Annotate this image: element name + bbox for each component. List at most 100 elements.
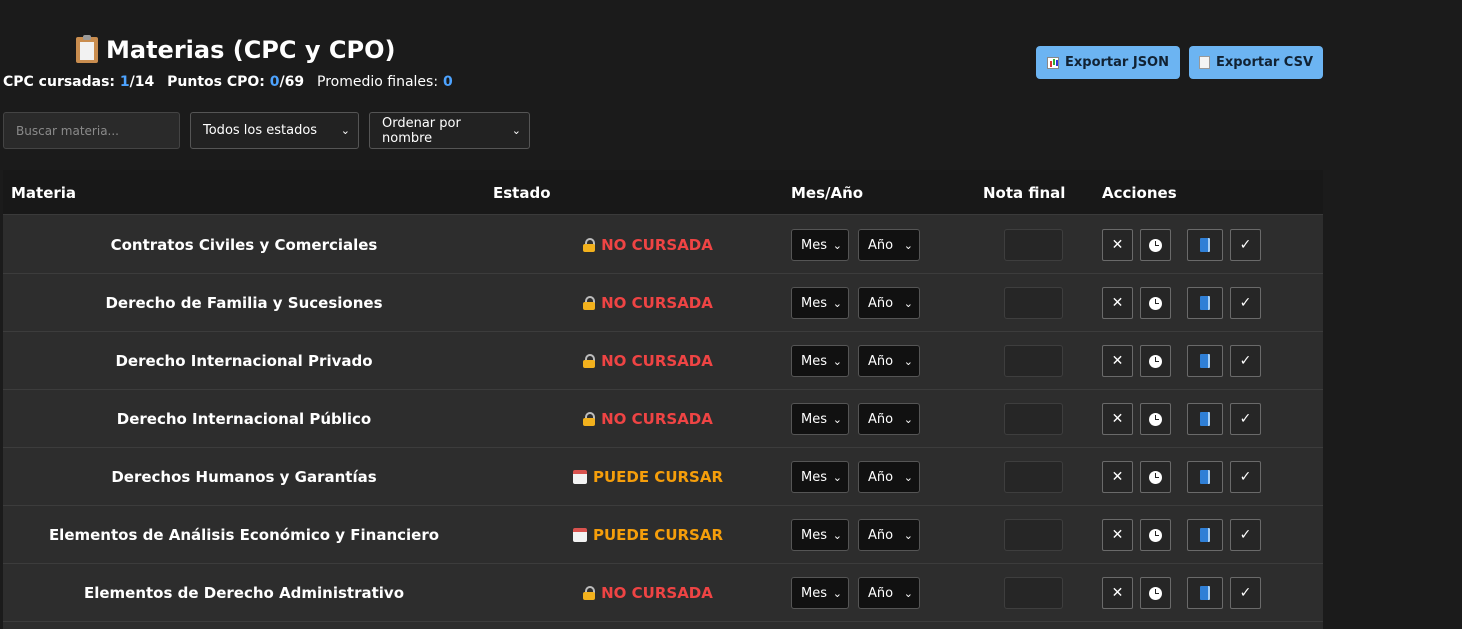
- sort-select[interactable]: Ordenar por nombre ⌄: [369, 112, 530, 149]
- cpo-done: 0: [269, 74, 280, 90]
- ano-select-value: Año: [868, 527, 894, 543]
- nota-final-input[interactable]: [1004, 461, 1063, 493]
- chevron-down-icon: ⌄: [903, 296, 913, 310]
- export-json-button[interactable]: Exportar JSON: [1036, 46, 1180, 79]
- mark-aprobada-button[interactable]: ✓: [1230, 287, 1261, 319]
- mark-no-cursada-button[interactable]: ✕: [1102, 345, 1133, 377]
- status-badge: NO CURSADA: [503, 564, 793, 621]
- ano-select[interactable]: Año ⌄: [858, 461, 920, 493]
- ano-select[interactable]: Año ⌄: [858, 287, 920, 319]
- page-title-text: Materias (CPC y CPO): [106, 36, 396, 64]
- status-badge: PUEDE CURSAR: [503, 448, 793, 505]
- chevron-down-icon: ⌄: [832, 470, 842, 484]
- mes-select[interactable]: Mes ⌄: [791, 229, 849, 261]
- mes-select[interactable]: Mes ⌄: [791, 403, 849, 435]
- mark-no-cursada-button[interactable]: ✕: [1102, 577, 1133, 609]
- ano-select[interactable]: Año ⌄: [858, 229, 920, 261]
- materia-name: Derecho Internacional Privado: [115, 351, 373, 370]
- materia-name: Elementos de Análisis Económico y Financ…: [48, 525, 440, 544]
- calendar-icon: [572, 527, 587, 542]
- clock-icon: [1149, 354, 1162, 368]
- mes-select[interactable]: Mes ⌄: [791, 519, 849, 551]
- clock-icon: [1149, 238, 1162, 252]
- check-icon: ✓: [1239, 469, 1252, 485]
- nota-final-input[interactable]: [1004, 403, 1063, 435]
- mark-en-curso-button[interactable]: [1140, 461, 1171, 493]
- close-icon: ✕: [1111, 469, 1124, 485]
- mes-select[interactable]: Mes ⌄: [791, 461, 849, 493]
- mark-en-curso-button[interactable]: [1140, 519, 1171, 551]
- status-text: NO CURSADA: [601, 235, 713, 254]
- mark-aprobada-button[interactable]: ✓: [1230, 345, 1261, 377]
- ano-select-value: Año: [868, 469, 894, 485]
- materia-name: Derecho de Familia y Sucesiones: [105, 293, 383, 312]
- mark-en-curso-button[interactable]: [1140, 287, 1171, 319]
- nota-final-input[interactable]: [1004, 229, 1063, 261]
- mark-no-cursada-button[interactable]: ✕: [1102, 287, 1133, 319]
- mark-en-curso-button[interactable]: [1140, 403, 1171, 435]
- nota-final-input[interactable]: [1004, 519, 1063, 551]
- mark-regular-button[interactable]: [1187, 403, 1223, 435]
- mark-no-cursada-button[interactable]: ✕: [1102, 461, 1133, 493]
- table-row: Contratos Civiles y Comerciales NO CURSA…: [3, 216, 1323, 274]
- table-header: Materia Estado Mes/Año Nota final Accion…: [3, 170, 1323, 215]
- export-csv-button[interactable]: Exportar CSV: [1189, 46, 1323, 79]
- chart-icon: [1047, 56, 1060, 69]
- export-json-label: Exportar JSON: [1065, 55, 1169, 70]
- estado-filter-select[interactable]: Todos los estados ⌄: [190, 112, 359, 149]
- mark-aprobada-button[interactable]: ✓: [1230, 461, 1261, 493]
- materia-name: Derecho Internacional Público: [116, 409, 372, 428]
- nota-final-input[interactable]: [1004, 345, 1063, 377]
- mark-aprobada-button[interactable]: ✓: [1230, 403, 1261, 435]
- mes-select[interactable]: Mes ⌄: [791, 345, 849, 377]
- ano-select[interactable]: Año ⌄: [858, 519, 920, 551]
- mark-aprobada-button[interactable]: ✓: [1230, 519, 1261, 551]
- avg-label: Promedio finales:: [317, 74, 439, 90]
- mark-en-curso-button[interactable]: [1140, 577, 1171, 609]
- mark-aprobada-button[interactable]: ✓: [1230, 577, 1261, 609]
- mark-no-cursada-button[interactable]: ✕: [1102, 519, 1133, 551]
- sort-value: Ordenar por nombre: [382, 115, 461, 146]
- cpo-total: /69: [279, 74, 305, 90]
- mark-en-curso-button[interactable]: [1140, 345, 1171, 377]
- calendar-icon: [572, 469, 587, 484]
- chevron-down-icon: ⌄: [832, 412, 842, 426]
- mes-select[interactable]: Mes ⌄: [791, 577, 849, 609]
- mark-aprobada-button[interactable]: ✓: [1230, 229, 1261, 261]
- close-icon: ✕: [1111, 295, 1124, 311]
- close-icon: ✕: [1111, 527, 1124, 543]
- mark-no-cursada-button[interactable]: ✕: [1102, 229, 1133, 261]
- mark-regular-button[interactable]: [1187, 229, 1223, 261]
- nota-final-input[interactable]: [1004, 577, 1063, 609]
- close-icon: ✕: [1111, 411, 1124, 427]
- check-icon: ✓: [1239, 353, 1252, 369]
- ano-select-value: Año: [868, 237, 894, 253]
- search-input[interactable]: [3, 112, 180, 149]
- nota-final-input[interactable]: [1004, 287, 1063, 319]
- mark-no-cursada-button[interactable]: ✕: [1102, 403, 1133, 435]
- chevron-down-icon: ⌄: [832, 354, 842, 368]
- mark-regular-button[interactable]: [1187, 519, 1223, 551]
- chevron-down-icon: ⌄: [340, 124, 350, 137]
- ano-select[interactable]: Año ⌄: [858, 403, 920, 435]
- document-icon: [1198, 56, 1210, 69]
- mes-select-value: Mes: [801, 411, 827, 427]
- mark-regular-button[interactable]: [1187, 461, 1223, 493]
- mes-select[interactable]: Mes ⌄: [791, 287, 849, 319]
- status-text: NO CURSADA: [601, 293, 713, 312]
- mark-regular-button[interactable]: [1187, 345, 1223, 377]
- stats-bar: CPC cursadas: 1/14 Puntos CPO: 0/69 Prom…: [3, 74, 461, 90]
- table-row: Derecho Internacional Público NO CURSADA…: [3, 390, 1323, 448]
- book-icon: [1200, 238, 1210, 252]
- ano-select[interactable]: Año ⌄: [858, 577, 920, 609]
- status-text: NO CURSADA: [601, 351, 713, 370]
- materia-name: Contratos Civiles y Comerciales: [110, 235, 378, 254]
- status-text: PUEDE CURSAR: [592, 467, 724, 486]
- avg-stat: Promedio finales: 0: [317, 74, 453, 90]
- mark-en-curso-button[interactable]: [1140, 229, 1171, 261]
- avg-value: 0: [442, 74, 453, 90]
- mark-regular-button[interactable]: [1187, 577, 1223, 609]
- chevron-down-icon: ⌄: [832, 238, 842, 252]
- ano-select[interactable]: Año ⌄: [858, 345, 920, 377]
- mark-regular-button[interactable]: [1187, 287, 1223, 319]
